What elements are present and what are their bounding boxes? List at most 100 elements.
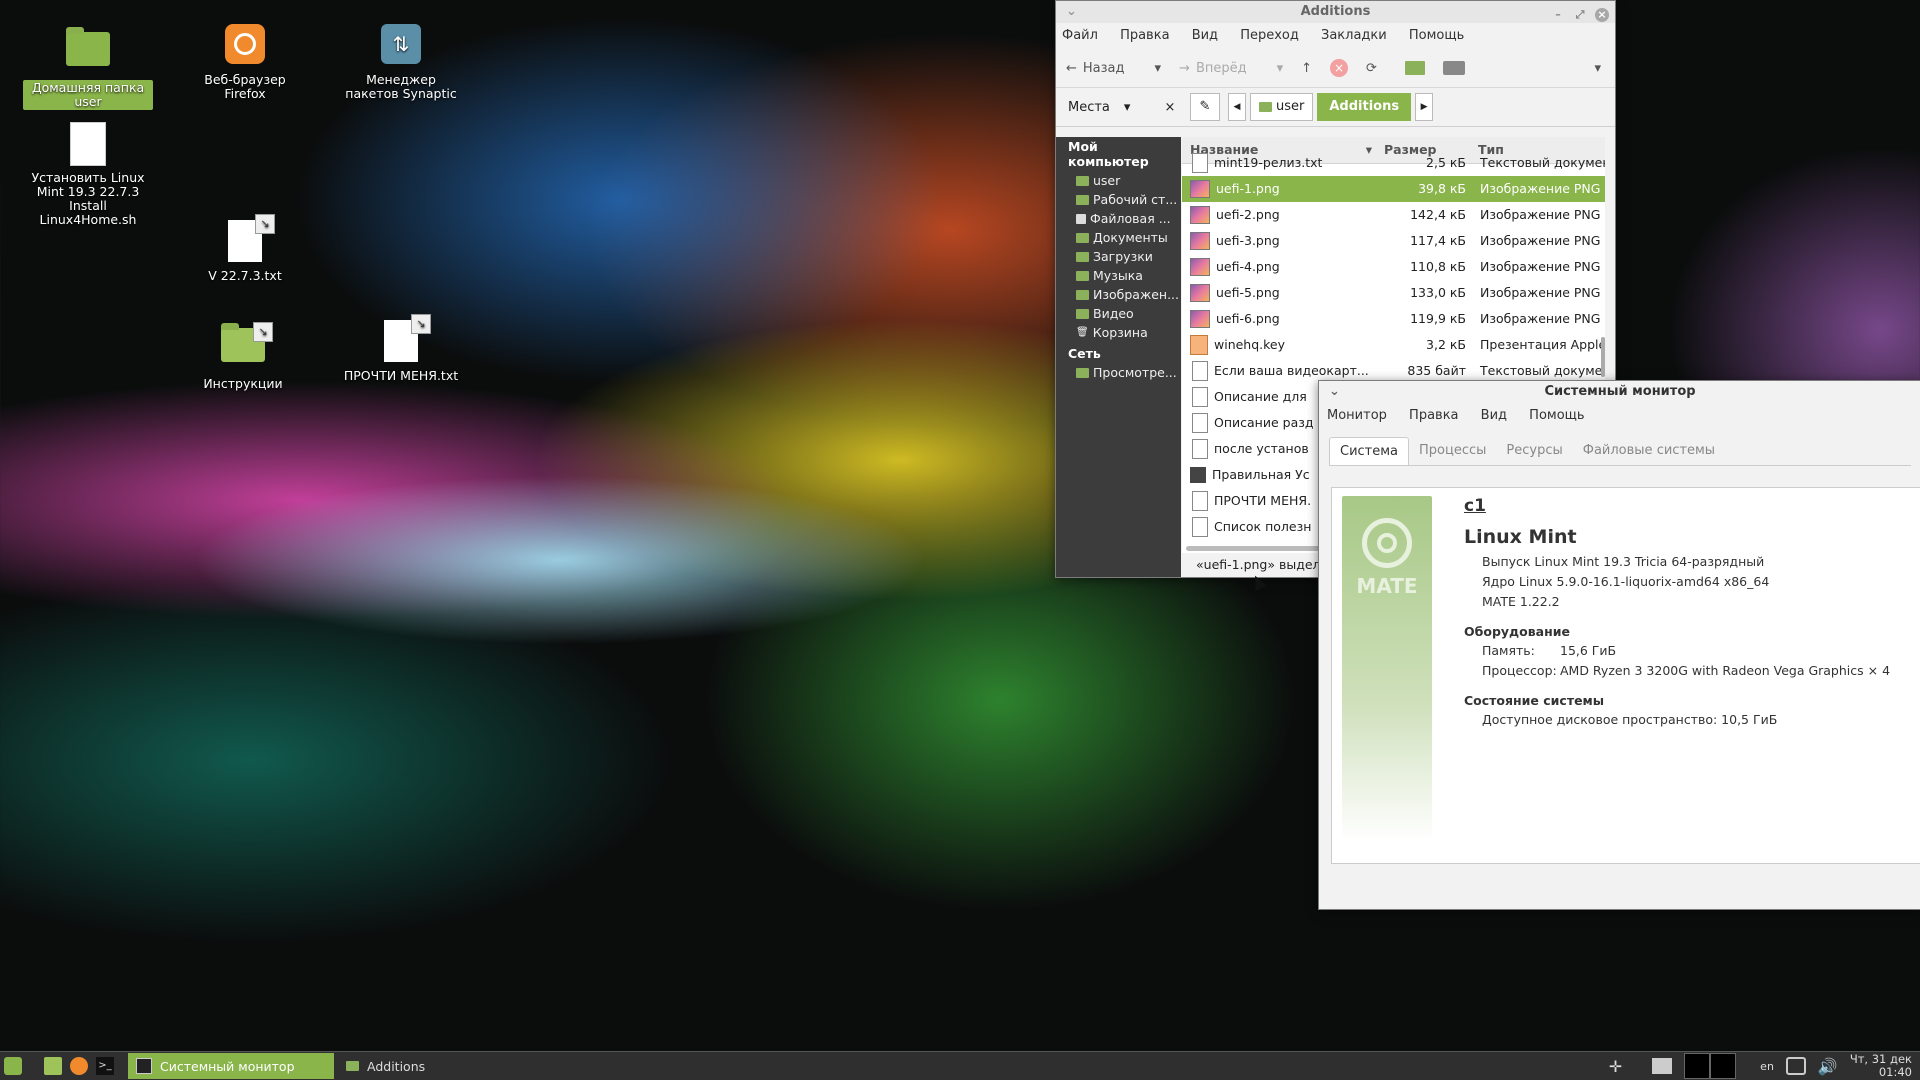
file-row[interactable]: uefi-4.png 110,8 кБ Изображение PNG — [1182, 254, 1605, 280]
volume-icon[interactable]: 🔊 — [1818, 1057, 1838, 1076]
sidebar-item-browse-network[interactable]: Просмотре... — [1056, 363, 1181, 382]
sidebar-item-label: Видео — [1093, 306, 1134, 321]
window-menu-icon[interactable]: ⌄ — [1329, 381, 1340, 403]
launcher-terminal[interactable]: >_ — [92, 1053, 118, 1079]
menu-bookmarks[interactable]: Закладки — [1321, 28, 1387, 43]
sidebar-section-network: Сеть — [1068, 346, 1101, 361]
menu-file[interactable]: Файл — [1062, 28, 1098, 43]
sidebar-item-label: Музыка — [1093, 268, 1143, 283]
file-row[interactable]: mint19-релиз.txt 2,5 кБ Текстовый документ — [1182, 150, 1605, 176]
window-titlebar[interactable]: ⌄ Системный монитор — [1319, 381, 1920, 403]
sidebar-item-desktop[interactable]: Рабочий ст... — [1056, 190, 1181, 209]
file-row[interactable]: winehq.key 3,2 кБ Презентация Apple K — [1182, 332, 1605, 358]
launcher-firefox[interactable] — [66, 1053, 92, 1079]
file-row[interactable]: uefi-1.png 39,8 кБ Изображение PNG — [1182, 176, 1605, 202]
stop-button[interactable]: × — [1330, 59, 1349, 77]
maximize-icon[interactable]: ⤢ — [1573, 8, 1587, 22]
update-manager-icon[interactable] — [1652, 1058, 1673, 1074]
file-name: Описание разд — [1214, 415, 1314, 430]
reload-button[interactable]: ⟳ — [1366, 61, 1377, 76]
folder-icon — [346, 1061, 359, 1071]
file-name: ПРОЧТИ МЕНЯ. — [1214, 493, 1312, 508]
sidebar-item-music[interactable]: Музыка — [1056, 266, 1181, 285]
file-row[interactable]: uefi-5.png 133,0 кБ Изображение PNG — [1182, 280, 1605, 306]
tab-resources[interactable]: Ресурсы — [1496, 437, 1572, 465]
image-file-icon — [1190, 180, 1210, 198]
sidebar-item-documents[interactable]: Документы — [1056, 228, 1181, 247]
tab-filesystems[interactable]: Файловые системы — [1573, 437, 1725, 465]
sidebar-item-label: Корзина — [1092, 325, 1148, 340]
home-button[interactable] — [1404, 61, 1425, 75]
sidebar-item-pictures[interactable]: Изображен... — [1056, 285, 1181, 304]
file-name: Правильная Ус — [1212, 467, 1310, 482]
menu-monitor[interactable]: Монитор — [1327, 408, 1387, 423]
tab-processes[interactable]: Процессы — [1409, 437, 1496, 465]
toolbar-overflow-button[interactable]: ▾ — [1594, 61, 1601, 76]
path-scroll-right-icon[interactable]: ▶ — [1415, 93, 1434, 121]
taskbar-window-files[interactable]: Additions — [338, 1053, 433, 1079]
menu-help[interactable]: Помощь — [1409, 28, 1464, 43]
network-icon[interactable]: ✛ — [1609, 1057, 1622, 1076]
path-scroll-left-icon[interactable]: ◀ — [1228, 93, 1246, 121]
network-icon — [1076, 367, 1089, 378]
file-row[interactable]: uefi-2.png 142,4 кБ Изображение PNG — [1182, 202, 1605, 228]
desktop-icon-readme[interactable]: ↘ ПРОЧТИ МЕНЯ.txt — [336, 314, 466, 384]
memory-row: Память: 15,6 ГиБ — [1482, 643, 1890, 659]
minimize-icon[interactable]: – — [1551, 8, 1565, 22]
file-size: 110,8 кБ — [1410, 259, 1466, 274]
menu-view[interactable]: Вид — [1481, 408, 1507, 423]
workspace-2[interactable] — [1710, 1053, 1737, 1079]
back-button[interactable]: ← Назад ▾ — [1066, 61, 1161, 76]
sidebar-item-videos[interactable]: Видео — [1056, 304, 1181, 323]
launcher-files[interactable] — [40, 1053, 66, 1079]
distro-logo: MATE — [1342, 496, 1432, 841]
desktop-icon-synaptic[interactable]: ⇅ Менеджер пакетов Synaptic — [336, 24, 466, 102]
forward-button[interactable]: → Вперёд ▾ — [1179, 61, 1283, 76]
desktop-icon-version-txt[interactable]: ↘ V 22.7.3.txt — [180, 214, 310, 284]
file-type: Изображение PNG — [1480, 285, 1601, 300]
sidebar-item-label: Документы — [1093, 230, 1168, 245]
chevron-down-icon[interactable]: ▾ — [1277, 61, 1284, 76]
file-row[interactable]: uefi-6.png 119,9 кБ Изображение PNG — [1182, 306, 1605, 332]
taskbar-window-sysmon[interactable]: Системный монитор — [128, 1053, 334, 1079]
sidebar-item-trash[interactable]: 🗑 Корзина — [1056, 323, 1181, 342]
window-menu-icon[interactable]: ⌄ — [1066, 1, 1077, 23]
menu-edit[interactable]: Правка — [1120, 28, 1169, 43]
file-row[interactable]: uefi-3.png 117,4 кБ Изображение PNG — [1182, 228, 1605, 254]
sidebar-mode-select[interactable]: Места ▾ — [1056, 100, 1158, 115]
up-button[interactable]: ↑ — [1301, 61, 1312, 76]
text-file-icon — [1192, 361, 1208, 381]
desktop-icon-instructions[interactable]: ↘ Инструкции — [178, 320, 308, 392]
edit-path-button[interactable]: ✎ — [1190, 93, 1220, 121]
text-file-icon: ↘ — [379, 314, 431, 364]
menu-edit[interactable]: Правка — [1409, 408, 1458, 423]
desktop-icon-installer-script[interactable]: Установить Linux Mint 19.3 22.7.3 Instal… — [23, 122, 153, 228]
text-file-icon — [1192, 413, 1208, 433]
clock[interactable]: Чт, 31 дек 01:40 — [1850, 1053, 1912, 1079]
chevron-down-icon[interactable]: ▾ — [1155, 61, 1162, 76]
vertical-scrollbar[interactable] — [1601, 337, 1605, 377]
computer-button[interactable] — [1442, 61, 1465, 75]
menu-button[interactable] — [0, 1053, 26, 1079]
sidebar-item-filesystem[interactable]: Файловая ... — [1056, 209, 1181, 228]
close-sidebar-icon[interactable]: × — [1158, 100, 1182, 115]
symlink-arrow-icon: ↘ — [411, 314, 431, 334]
keyboard-layout[interactable]: en — [1760, 1060, 1774, 1073]
folder-icon — [1076, 251, 1089, 262]
file-name: mint19-релиз.txt — [1214, 155, 1323, 170]
workspace-1[interactable] — [1684, 1053, 1711, 1079]
hostname[interactable]: c1 — [1464, 496, 1890, 516]
battery-icon[interactable] — [1785, 1057, 1806, 1075]
menu-go[interactable]: Переход — [1240, 28, 1299, 43]
sidebar-item-user[interactable]: user — [1056, 171, 1181, 190]
window-titlebar[interactable]: ⌄ Additions – ⤢ × — [1056, 1, 1615, 23]
close-icon[interactable]: × — [1595, 8, 1609, 22]
path-segment-user[interactable]: user — [1250, 93, 1314, 121]
desktop-icon-firefox[interactable]: Веб-браузер Firefox — [180, 24, 310, 102]
sidebar-item-downloads[interactable]: Загрузки — [1056, 247, 1181, 266]
menu-help[interactable]: Помощь — [1529, 408, 1584, 423]
menu-view[interactable]: Вид — [1192, 28, 1218, 43]
path-segment-current[interactable]: Additions — [1317, 93, 1412, 121]
desktop-icon-home[interactable]: Домашняя папка user — [23, 24, 153, 110]
tab-system[interactable]: Система — [1329, 437, 1410, 465]
